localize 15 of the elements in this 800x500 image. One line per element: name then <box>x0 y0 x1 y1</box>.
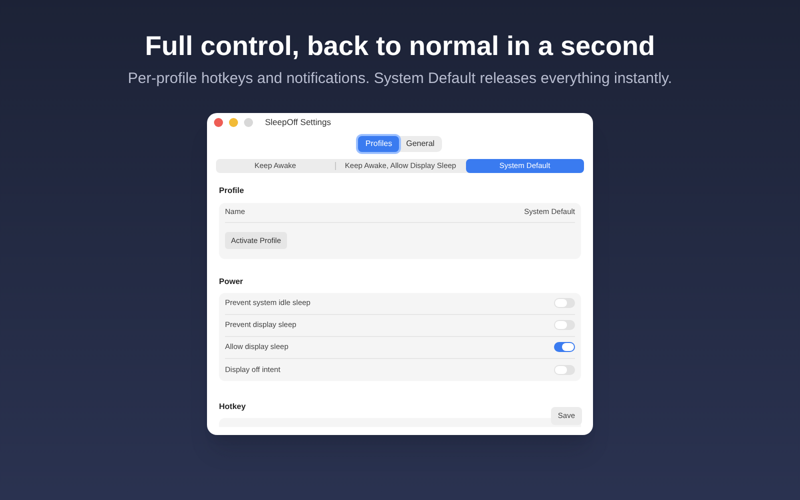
close-icon[interactable] <box>214 118 223 127</box>
tab[interactable]: Profiles <box>358 136 400 152</box>
toggle-switch[interactable] <box>554 342 575 352</box>
zoom-icon[interactable] <box>244 118 253 127</box>
toggle-switch[interactable] <box>554 364 575 374</box>
section-title: Hotkey <box>219 400 247 412</box>
toggle-switch[interactable] <box>554 298 575 308</box>
section-title: Profile <box>219 184 245 196</box>
toggle-switch[interactable] <box>554 320 575 330</box>
subheadline: Per-profile hotkeys and notifications. System Default releases everything instantly. <box>128 69 672 89</box>
minimize-icon[interactable] <box>229 118 238 127</box>
window-title: SleepOff Settings <box>265 116 331 129</box>
tab[interactable]: General <box>399 136 442 152</box>
headline: Full control, back to normal in a second <box>144 30 656 62</box>
section-title: Power <box>219 276 244 288</box>
